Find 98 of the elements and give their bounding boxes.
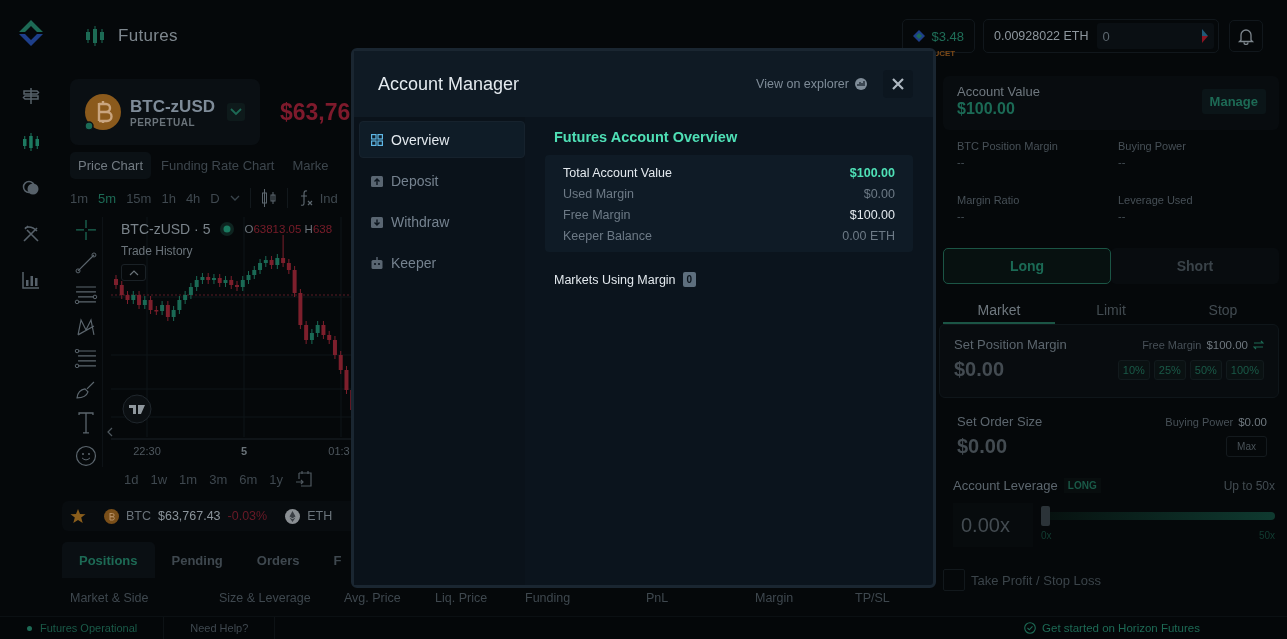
interval-button[interactable]: 1h — [161, 190, 176, 206]
max-button[interactable]: Max — [1226, 436, 1267, 457]
take-profit-label: Take Profit / Stop Loss — [971, 572, 1102, 588]
positions-tab[interactable]: F — [316, 542, 359, 578]
column-header: Avg. Price — [344, 591, 402, 605]
dialog-nav-item[interactable]: Withdraw — [359, 203, 525, 240]
summary-value: $100.00 — [849, 208, 895, 222]
column-header: PnL — [646, 591, 670, 605]
explorer-link[interactable]: View on explorer — [756, 77, 849, 91]
column-header: Market & Side — [70, 591, 150, 605]
markets-using-margin-label: Markets Using Margin — [554, 272, 676, 287]
time-label: 5 — [240, 445, 248, 457]
summary-label: Total Account Value — [563, 166, 672, 180]
positions-tab[interactable]: Positions — [62, 542, 155, 578]
interval-button[interactable]: D — [210, 190, 220, 206]
ohlc-values: O63813.05 H638 — [244, 223, 333, 235]
interval-button[interactable]: 4h — [185, 190, 201, 206]
stat-value: -- — [1118, 210, 1127, 222]
order-type-tab[interactable]: Limit — [1055, 298, 1167, 324]
percent-button[interactable]: 10% — [1117, 359, 1150, 380]
summary-label: Used Margin — [563, 187, 634, 201]
market-price: $63,76 — [280, 98, 351, 126]
order-type-tab[interactable]: Stop — [1167, 298, 1279, 324]
column-header: Funding — [525, 591, 572, 605]
dialog-nav-item[interactable]: Deposit — [359, 162, 525, 199]
order-size-label: Set Order Size — [957, 414, 1043, 429]
market-type: PERPETUAL — [130, 116, 197, 128]
faucet-amount: $3.48 — [931, 28, 964, 44]
market-symbol: BTC-zUSD — [130, 96, 215, 117]
position-margin-label: Set Position Margin — [954, 337, 1067, 352]
dialog-nav-item[interactable]: Overview — [359, 121, 525, 158]
stat-label: Leverage Used — [1118, 194, 1194, 206]
summary-value: $100.00 — [849, 166, 895, 180]
free-margin-value: $100.00 — [1206, 338, 1248, 351]
buying-power-value: $0.00 — [1238, 415, 1267, 428]
ticker-symbol: BTC — [126, 509, 151, 523]
max-leverage-label: Up to 50x — [1223, 478, 1275, 493]
chart-tab[interactable]: Price Chart — [70, 152, 152, 179]
chart-tab[interactable]: Marke — [284, 152, 337, 179]
summary-label: Keeper Balance — [563, 229, 652, 243]
stat-label: Margin Ratio — [957, 194, 1021, 206]
side-badge: LONG — [1063, 478, 1101, 493]
percent-button[interactable]: 50% — [1189, 359, 1222, 380]
ticker-price: $63,767.43 — [158, 509, 221, 523]
stat-value: -- — [1118, 156, 1127, 168]
column-header: Size & Leverage — [219, 591, 312, 605]
free-margin-label: Free Margin — [1142, 338, 1202, 351]
section-heading: Futures Account Overview — [554, 129, 739, 145]
range-button[interactable]: 1m — [179, 471, 198, 487]
manage-button[interactable]: Manage — [1201, 88, 1266, 114]
ticker-change: -0.03% — [227, 509, 268, 523]
market-selector[interactable]: BTC-zUSD PERPETUAL — [70, 79, 260, 145]
summary-value: $0.00 — [863, 187, 895, 201]
position-margin-field[interactable]: $0.00 — [954, 358, 1044, 381]
time-label: 22:30 — [133, 445, 161, 457]
interval-button[interactable]: 15m — [126, 190, 152, 206]
range-button[interactable]: 1y — [269, 471, 283, 487]
trade-history-label: Trade History — [121, 244, 193, 258]
order-size-field[interactable]: $0.00 — [957, 435, 1047, 458]
dialog-title: Account Manager — [378, 73, 520, 95]
buying-power-label: Buying Power — [1165, 415, 1234, 428]
stat-label: BTC Position Margin — [957, 140, 1059, 152]
percent-button[interactable]: 100% — [1225, 359, 1264, 380]
interval-button[interactable]: 5m — [98, 190, 117, 206]
eth-balance[interactable]: 0.00928022 ETH — [994, 29, 1089, 43]
percent-button[interactable]: 25% — [1153, 359, 1186, 380]
chart-symbol: BTC-zUSD · 5 — [121, 221, 211, 237]
amount-field[interactable]: 0 — [1096, 23, 1214, 49]
chart-tab[interactable]: Funding Rate Chart — [153, 152, 283, 179]
indicators-button[interactable]: Ind — [319, 190, 338, 206]
interval-button[interactable]: 1m — [70, 190, 89, 206]
dialog-nav-item[interactable]: Keeper — [359, 244, 525, 281]
positions-tab[interactable]: Pending — [154, 542, 240, 578]
column-header: Liq. Price — [435, 591, 489, 605]
count-badge: 0 — [682, 272, 697, 287]
account-value-label: Account Value — [957, 84, 1040, 99]
column-header: Margin — [755, 591, 795, 605]
help-link[interactable]: Need Help? — [190, 622, 249, 634]
page-title: Futures — [118, 26, 178, 46]
ticker-symbol: ETH — [307, 509, 333, 523]
status-text: Futures Operational — [40, 622, 138, 634]
range-button[interactable]: 6m — [239, 471, 258, 487]
positions-tab[interactable]: Orders — [239, 542, 317, 578]
range-button[interactable]: 1d — [124, 471, 139, 487]
summary-value: 0.00 ETH — [842, 229, 895, 243]
get-started-link[interactable]: Get started on Horizon Futures — [945, 622, 1279, 634]
column-header: TP/SL — [855, 591, 891, 605]
range-button[interactable]: 1w — [150, 471, 168, 487]
side-button[interactable]: Long — [943, 248, 1111, 284]
stat-value: -- — [957, 210, 966, 222]
summary-label: Free Margin — [563, 208, 631, 222]
account-value: $100.00 — [957, 100, 1016, 118]
stat-value: -- — [957, 156, 966, 168]
side-button[interactable]: Short — [1111, 248, 1279, 284]
leverage-label: Account Leverage — [953, 478, 1058, 493]
stat-label: Buying Power — [1118, 140, 1187, 152]
range-button[interactable]: 3m — [209, 471, 228, 487]
time-label: 01:3 — [328, 445, 350, 457]
